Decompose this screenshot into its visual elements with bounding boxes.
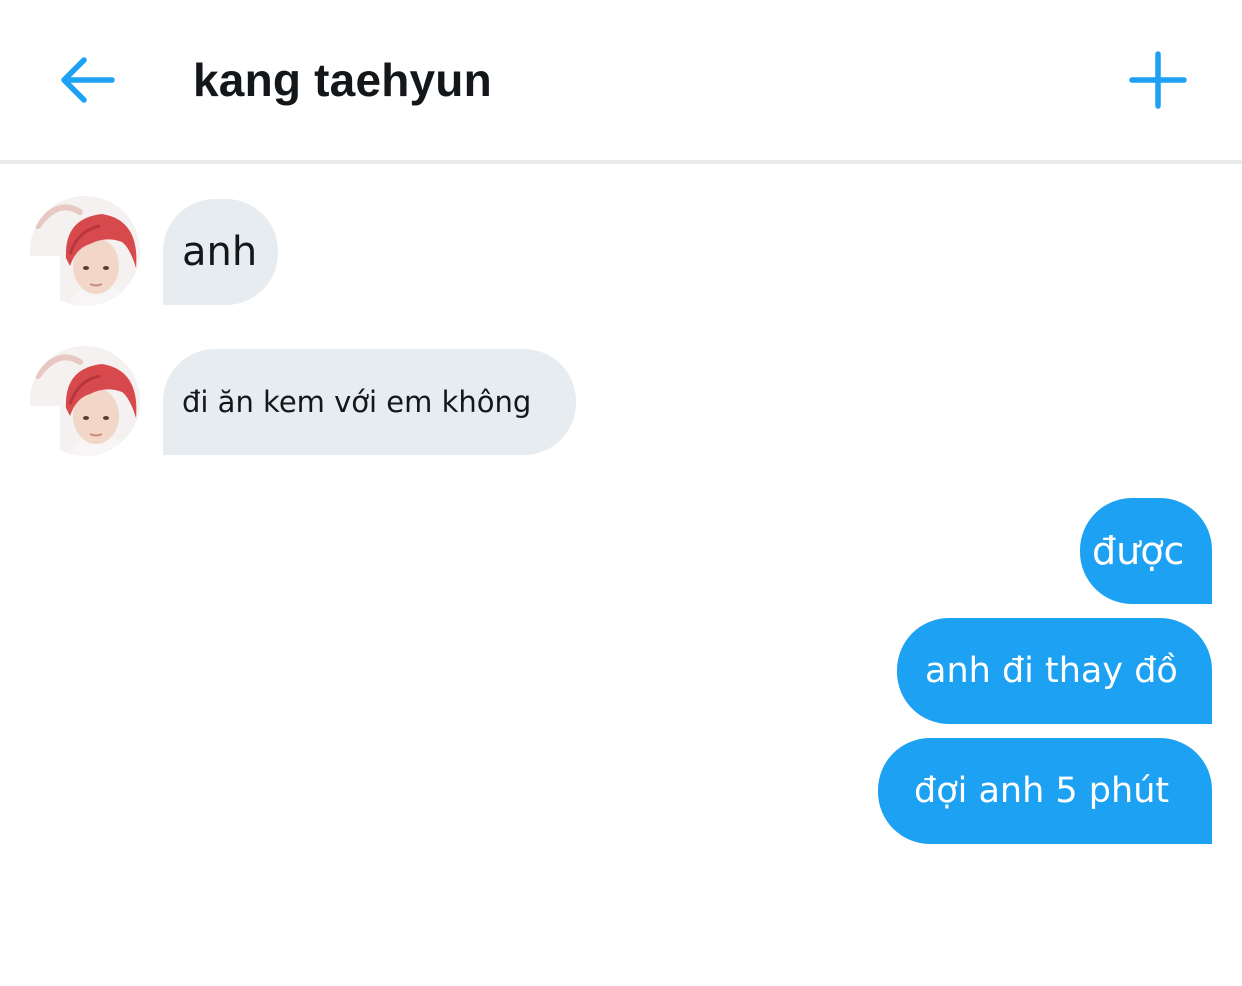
dm-conversation-screen: kang taehyun anh đi ăn kem với em không … [0, 0, 1242, 986]
outgoing-message-bubble[interactable]: được [1080, 498, 1212, 604]
profile-photo-avatar [30, 196, 140, 306]
header-divider [0, 160, 1242, 164]
avatar[interactable] [30, 196, 140, 306]
incoming-message-bubble[interactable]: đi ăn kem với em không [163, 349, 576, 455]
profile-photo-avatar [30, 346, 140, 456]
conversation-title: kang taehyun [193, 54, 492, 106]
add-participant-button[interactable] [1122, 44, 1194, 116]
arrow-left-icon [61, 57, 115, 103]
avatar[interactable] [30, 346, 140, 456]
plus-icon [1129, 51, 1187, 109]
incoming-message-bubble[interactable]: anh [163, 199, 278, 305]
outgoing-message-bubble[interactable]: anh đi thay đồ [897, 618, 1212, 724]
outgoing-message-bubble[interactable]: đợi anh 5 phút [878, 738, 1212, 844]
back-button[interactable] [52, 46, 120, 114]
conversation-header: kang taehyun [0, 0, 1242, 160]
